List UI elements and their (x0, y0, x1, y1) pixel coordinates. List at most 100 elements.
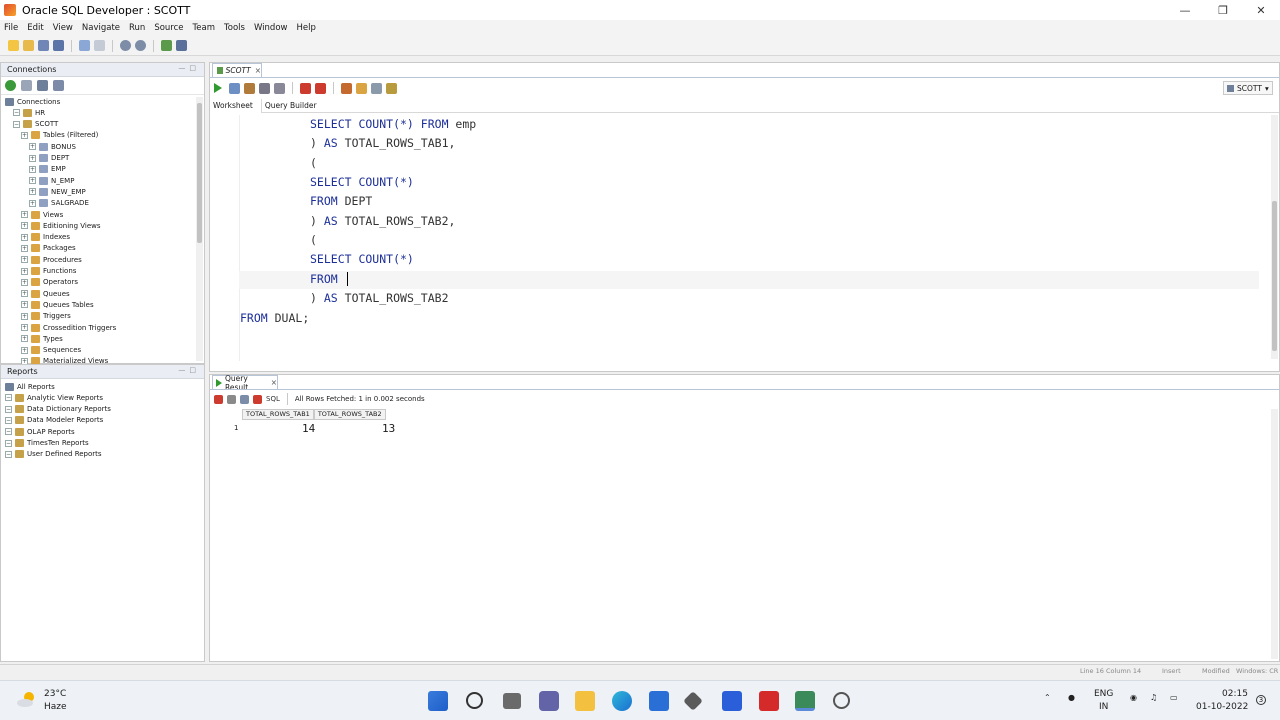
tree-item[interactable]: − OLAP Reports (5, 426, 75, 437)
expand-icon[interactable]: + (21, 256, 28, 264)
sql-worksheet-icon[interactable] (161, 40, 172, 51)
commit-icon[interactable] (300, 82, 311, 94)
back-icon[interactable] (120, 40, 131, 51)
expand-icon[interactable]: − (5, 439, 12, 447)
expand-icon[interactable]: + (21, 244, 28, 252)
language-region[interactable]: IN (1099, 702, 1108, 712)
tree-item[interactable]: + Indexes (21, 232, 70, 243)
expand-icon[interactable]: + (29, 154, 36, 162)
tree-item[interactable]: + EMP (29, 164, 66, 175)
menu-run[interactable]: Run (129, 23, 145, 33)
code-line[interactable]: SELECT COUNT(*) (310, 250, 414, 269)
save-icon[interactable] (38, 40, 49, 51)
expand-icon[interactable]: − (5, 416, 12, 424)
expand-icon[interactable]: − (5, 428, 12, 436)
start-icon[interactable] (428, 691, 448, 711)
close-icon[interactable]: × (255, 66, 261, 75)
expand-icon[interactable]: − (13, 109, 20, 117)
open-icon[interactable] (23, 40, 34, 51)
tree-item[interactable]: − Data Modeler Reports (5, 415, 103, 426)
code-line[interactable]: ( (310, 154, 317, 173)
connections-scrollbar[interactable] (196, 97, 203, 361)
file-explorer-icon[interactable] (575, 691, 595, 711)
pin-icon[interactable] (214, 394, 223, 404)
code-editor[interactable]: SELECT COUNT(*) FROM emp) AS TOTAL_ROWS_… (240, 115, 1260, 359)
edge-icon[interactable] (612, 691, 632, 711)
forward-icon[interactable] (135, 40, 146, 51)
tree-item[interactable]: + DEPT (29, 153, 69, 164)
run-statement-icon[interactable] (214, 83, 222, 93)
code-line[interactable]: ( (310, 231, 317, 250)
store-icon[interactable] (649, 691, 669, 711)
tree-item[interactable]: − TimesTen Reports (5, 438, 89, 449)
code-line[interactable]: SELECT COUNT(*) FROM emp (310, 115, 476, 134)
refresh-icon[interactable] (240, 394, 249, 404)
redo-icon[interactable] (94, 40, 105, 51)
add-connection-icon[interactable] (5, 80, 16, 91)
app-icon[interactable] (683, 691, 703, 711)
battery-icon[interactable]: ▭ (1170, 693, 1178, 702)
explain-plan-icon[interactable] (259, 82, 270, 94)
close-icon[interactable]: × (271, 378, 277, 387)
code-line[interactable]: FROM DEPT (310, 192, 372, 211)
tree-item[interactable]: + Sequences (21, 345, 81, 356)
menu-view[interactable]: View (53, 23, 73, 33)
restore-button[interactable]: ❐ (1204, 0, 1242, 20)
new-icon[interactable] (8, 40, 19, 51)
tree-item[interactable]: + Editioning Views (21, 220, 101, 231)
expand-icon[interactable]: − (5, 394, 12, 402)
search-icon[interactable] (466, 692, 483, 709)
expand-icon[interactable]: − (5, 450, 12, 458)
code-line[interactable]: FROM (310, 270, 348, 289)
expand-icon[interactable]: + (21, 233, 28, 241)
expand-icon[interactable]: + (21, 222, 28, 230)
clear-icon[interactable] (371, 82, 382, 94)
expand-icon[interactable]: + (29, 143, 36, 151)
tree-item[interactable]: + Functions (21, 266, 76, 277)
column-header[interactable]: TOTAL_ROWS_TAB2 (313, 409, 386, 420)
tree-item[interactable]: Connections (5, 96, 60, 107)
expand-icon[interactable]: + (21, 312, 28, 320)
tree-item[interactable]: + Queues Tables (21, 299, 94, 310)
tree-item[interactable]: + Procedures (21, 254, 82, 265)
expand-icon[interactable]: + (21, 301, 28, 309)
column-header[interactable]: TOTAL_ROWS_TAB1 (242, 409, 314, 420)
refresh-icon[interactable] (21, 80, 32, 91)
code-line[interactable]: ) AS TOTAL_ROWS_TAB2 (310, 289, 449, 308)
sql-developer-task-icon[interactable] (795, 691, 815, 711)
db-icon[interactable] (176, 40, 187, 51)
worksheet-tab[interactable]: SCOTT × (212, 63, 262, 77)
code-line[interactable]: FROM DUAL; (240, 309, 309, 328)
menu-file[interactable]: File (4, 23, 18, 33)
menu-window[interactable]: Window (254, 23, 288, 33)
tree-item[interactable]: − Analytic View Reports (5, 392, 103, 403)
tree-item[interactable]: + SALGRADE (29, 198, 89, 209)
sql-link[interactable]: SQL (266, 395, 280, 403)
expand-icon[interactable]: − (13, 120, 20, 128)
tree-item[interactable]: + BONUS (29, 141, 76, 152)
expand-icon[interactable]: + (29, 199, 36, 207)
autotrace-icon[interactable] (244, 82, 255, 94)
clock-time[interactable]: 02:15 (1222, 689, 1248, 699)
tree-item[interactable]: + Operators (21, 277, 78, 288)
sql-history-icon[interactable] (356, 82, 367, 94)
menu-edit[interactable]: Edit (27, 23, 43, 33)
language-code[interactable]: ENG (1094, 689, 1113, 699)
tree-item[interactable]: + Tables (Filtered) (21, 130, 98, 141)
expand-icon[interactable]: + (21, 211, 28, 218)
tab-worksheet[interactable]: Worksheet (210, 99, 262, 113)
tree-item[interactable]: + Views (21, 209, 63, 220)
tree-item[interactable]: + Packages (21, 243, 76, 254)
tree-item[interactable]: − SCOTT (13, 119, 58, 130)
code-line[interactable]: SELECT COUNT(*) (310, 173, 414, 192)
notification-badge[interactable]: 3 (1256, 695, 1266, 705)
panel-controls[interactable]: —□ (178, 64, 200, 72)
editor-scrollbar[interactable] (1271, 115, 1278, 359)
panel-controls[interactable]: —□ (178, 366, 200, 374)
expand-icon[interactable]: − (5, 405, 12, 413)
menu-team[interactable]: Team (193, 23, 215, 33)
undo-icon[interactable] (79, 40, 90, 51)
clock-date[interactable]: 01-10-2022 (1196, 702, 1248, 712)
wifi-icon[interactable]: ◉ (1130, 693, 1137, 702)
code-line[interactable]: ) AS TOTAL_ROWS_TAB1, (310, 134, 455, 153)
